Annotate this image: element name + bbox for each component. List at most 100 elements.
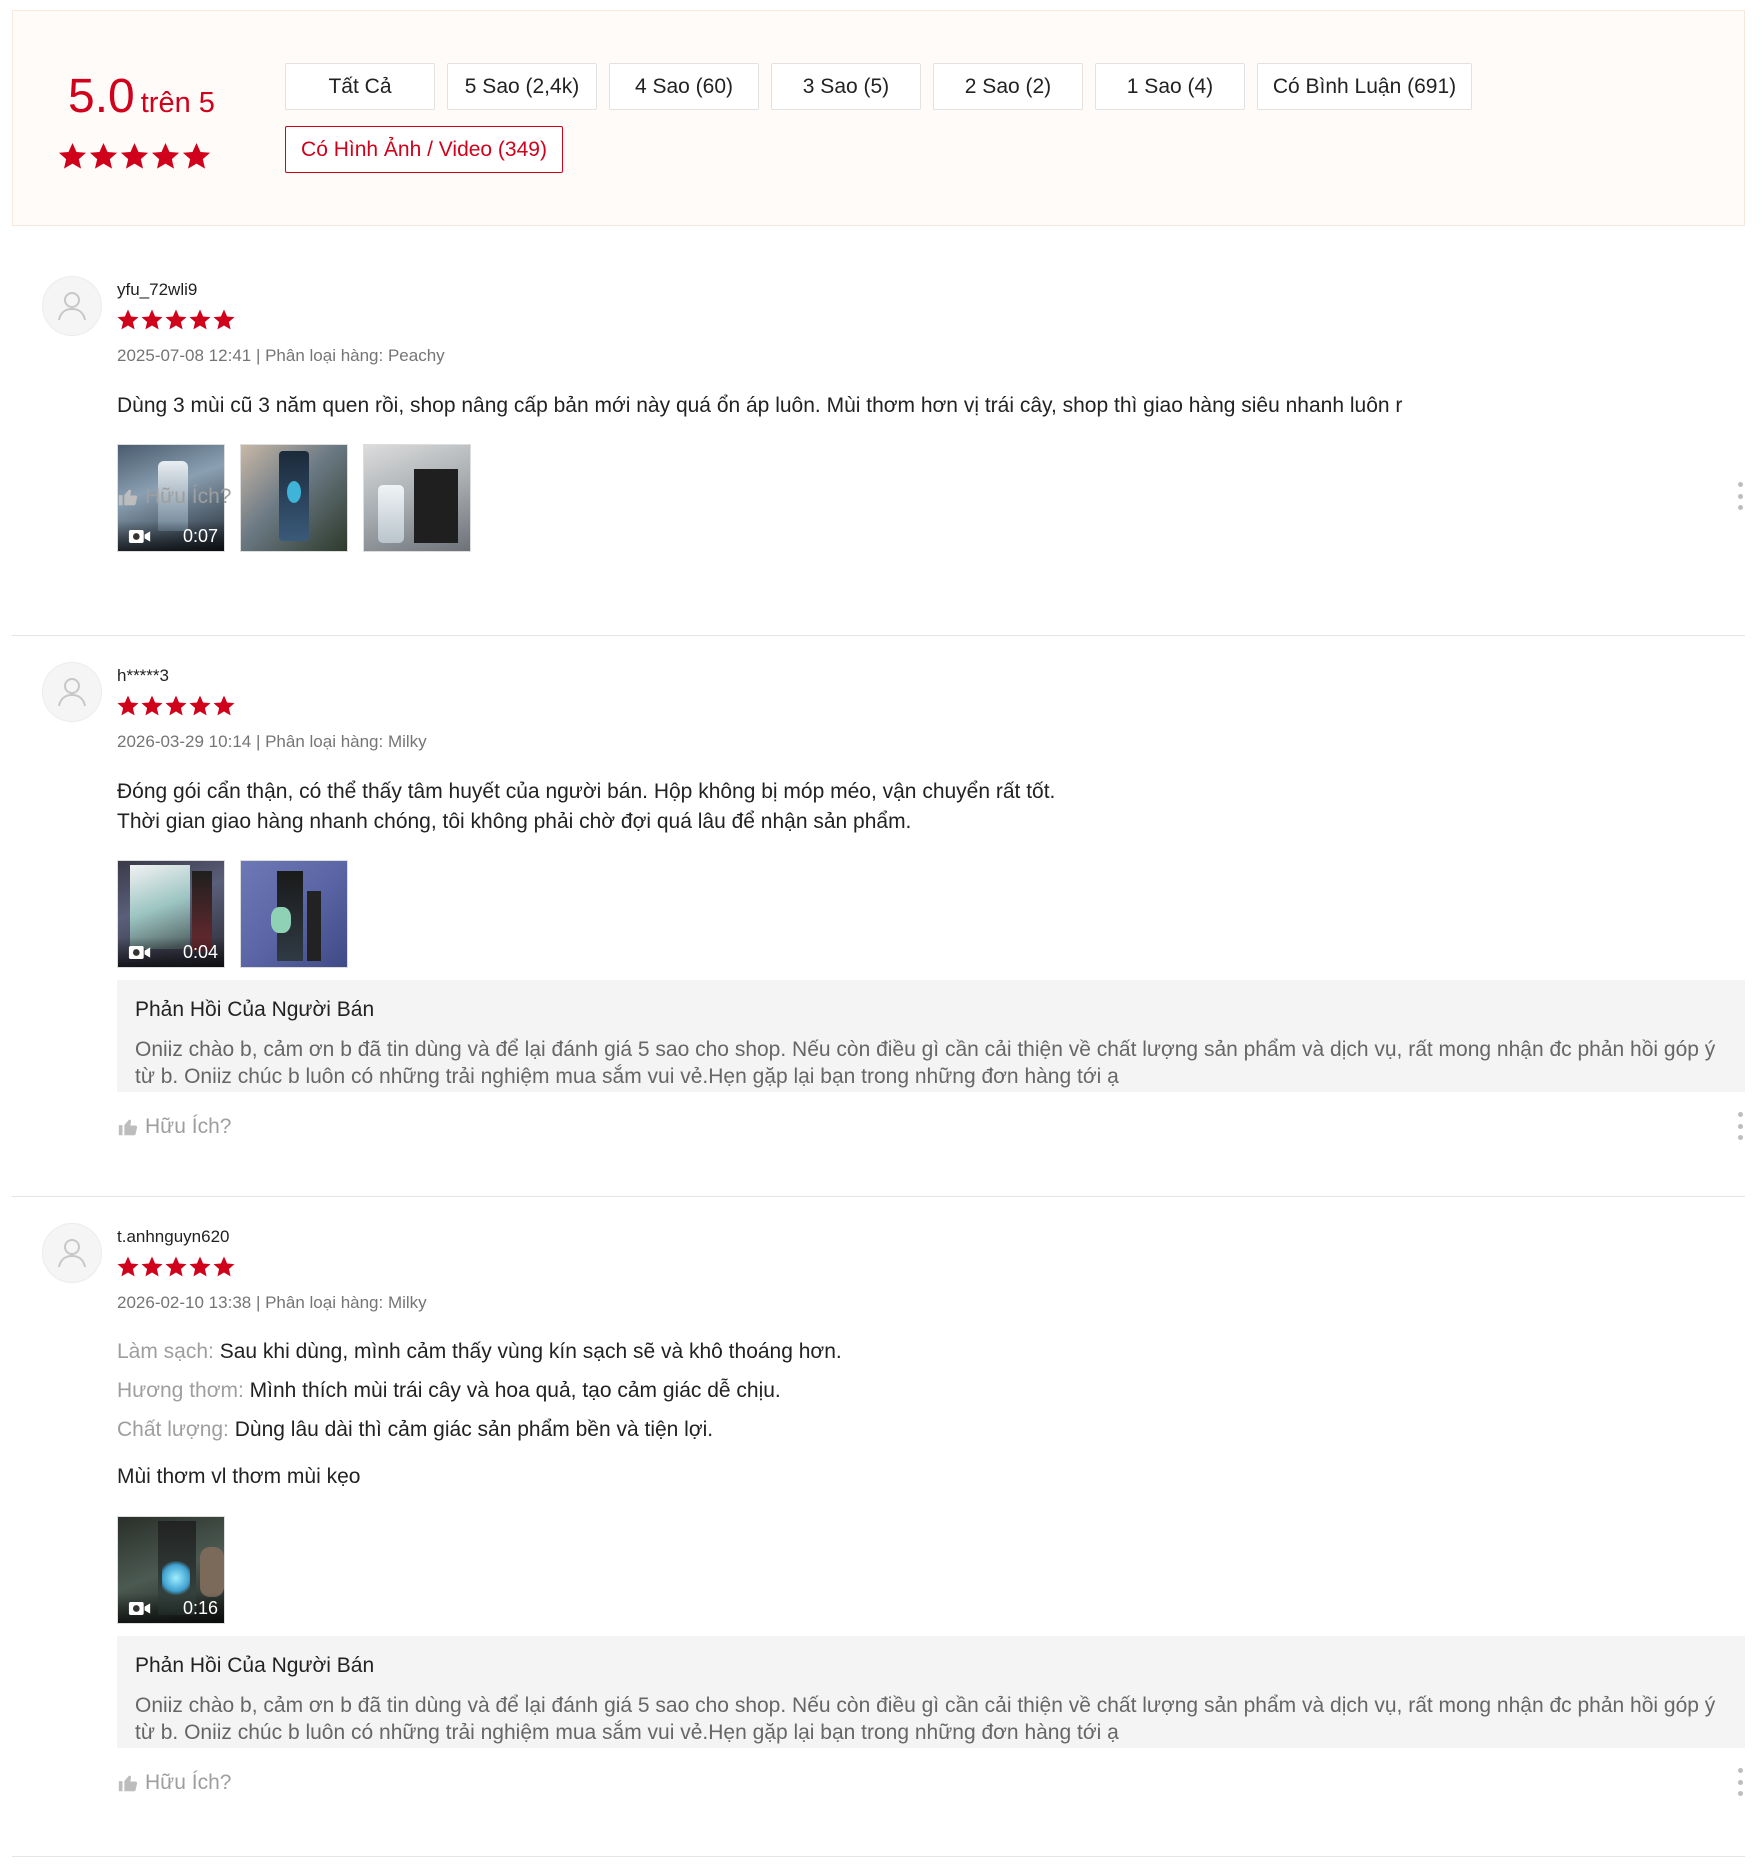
star-icon bbox=[212, 1255, 236, 1279]
helpful-label: Hữu Ích? bbox=[145, 1771, 232, 1794]
filter-5-star[interactable]: 5 Sao (2,4k) bbox=[447, 63, 597, 110]
thumbs-up-icon bbox=[117, 486, 139, 508]
review-image[interactable] bbox=[240, 860, 348, 968]
attribute-value: Dùng lâu dài thì cảm giác sản phẩm bền v… bbox=[234, 1418, 714, 1441]
overall-stars bbox=[57, 141, 212, 172]
attribute-label: Chất lượng: bbox=[117, 1418, 229, 1441]
review-item: h*****3 2026-03-29 10:14 | Phân loại hàn… bbox=[12, 636, 1745, 1197]
avatar[interactable] bbox=[42, 662, 102, 722]
review-username[interactable]: yfu_72wli9 bbox=[117, 280, 197, 300]
filter-4-star[interactable]: 4 Sao (60) bbox=[609, 63, 759, 110]
star-icon bbox=[164, 1255, 188, 1279]
review-stars bbox=[116, 308, 236, 332]
review-text: Dùng 3 mùi cũ 3 năm quen rồi, shop nâng … bbox=[117, 394, 1403, 417]
more-options-icon[interactable] bbox=[1735, 482, 1745, 510]
video-overlay: 0:16 bbox=[118, 1593, 224, 1623]
seller-reply-text: Oniiz chào b, cảm ơn b đã tin dùng và để… bbox=[135, 1038, 1716, 1088]
product-box-image bbox=[414, 469, 458, 543]
review-text-line: Thời gian giao hàng nhanh chóng, tôi khô… bbox=[117, 810, 912, 833]
star-icon bbox=[212, 308, 236, 332]
score-out-of: trên 5 bbox=[140, 87, 215, 119]
product-bottle-image bbox=[378, 485, 404, 543]
review-text: Mùi thơm vl thơm mùi kẹo bbox=[117, 1465, 361, 1488]
seller-reply-title: Phản Hồi Của Người Bán bbox=[135, 998, 375, 1021]
label-graphic bbox=[271, 907, 291, 933]
helpful-label: Hữu Ích? bbox=[145, 485, 232, 508]
user-icon bbox=[52, 672, 92, 712]
review-image[interactable] bbox=[240, 444, 348, 552]
video-camera-icon bbox=[128, 528, 152, 545]
label-graphic bbox=[162, 1561, 190, 1595]
filter-with-comment[interactable]: Có Bình Luận (691) bbox=[1257, 63, 1472, 110]
review-meta: 2026-02-10 13:38 | Phân loại hàng: Milky bbox=[117, 1293, 427, 1312]
label-graphic bbox=[287, 481, 301, 503]
review-stars bbox=[116, 694, 236, 718]
review-username[interactable]: h*****3 bbox=[117, 666, 169, 686]
helpful-button[interactable]: Hữu Ích? bbox=[117, 1771, 231, 1795]
star-icon bbox=[116, 308, 140, 332]
filter-with-media[interactable]: Có Hình Ảnh / Video (349) bbox=[285, 126, 563, 173]
review-image[interactable] bbox=[363, 444, 471, 552]
star-icon bbox=[188, 1255, 212, 1279]
review-attribute-quality: Chất lượng: Dùng lâu dài thì cảm giác sả… bbox=[117, 1418, 713, 1442]
thumbs-up-icon bbox=[117, 1116, 139, 1138]
seller-reply-text: Oniiz chào b, cảm ơn b đã tin dùng và để… bbox=[135, 1694, 1716, 1744]
product-box-image bbox=[307, 891, 321, 961]
overall-score: 5.0 trên 5 bbox=[68, 69, 215, 124]
filter-all[interactable]: Tất Cả bbox=[285, 63, 435, 110]
more-options-icon[interactable] bbox=[1735, 1112, 1745, 1140]
star-icon bbox=[181, 141, 212, 172]
rating-summary: 5.0 trên 5 Tất Cả 5 Sao (2,4k) 4 Sao (60)… bbox=[12, 10, 1745, 226]
avatar[interactable] bbox=[42, 276, 102, 336]
attribute-value: Mình thích mùi trái cây và hoa quả, tạo … bbox=[249, 1379, 781, 1402]
thumbs-up-icon bbox=[117, 1772, 139, 1794]
star-icon bbox=[188, 308, 212, 332]
review-item: t.anhnguyn620 2026-02-10 13:38 | Phân lo… bbox=[12, 1197, 1745, 1857]
score-value: 5.0 bbox=[68, 70, 135, 123]
seller-reply: Phản Hồi Của Người Bán Oniiz chào b, cảm… bbox=[117, 980, 1745, 1092]
star-icon bbox=[140, 694, 164, 718]
filter-2-star[interactable]: 2 Sao (2) bbox=[933, 63, 1083, 110]
review-stars bbox=[116, 1255, 236, 1279]
helpful-button[interactable]: Hữu Ích? bbox=[117, 1115, 231, 1139]
star-icon bbox=[116, 694, 140, 718]
star-icon bbox=[57, 141, 88, 172]
review-attribute-cleaning: Làm sạch: Sau khi dùng, mình cảm thấy vù… bbox=[117, 1340, 842, 1364]
review-meta: 2026-03-29 10:14 | Phân loại hàng: Milky bbox=[117, 732, 427, 751]
review-text-line: Đóng gói cẩn thận, có thể thấy tâm huyết… bbox=[117, 780, 1056, 803]
filter-3-star[interactable]: 3 Sao (5) bbox=[771, 63, 921, 110]
filter-1-star[interactable]: 1 Sao (4) bbox=[1095, 63, 1245, 110]
star-icon bbox=[164, 694, 188, 718]
star-icon bbox=[140, 1255, 164, 1279]
review-username[interactable]: t.anhnguyn620 bbox=[117, 1227, 230, 1247]
video-overlay: 0:07 bbox=[118, 521, 224, 551]
seller-reply: Phản Hồi Của Người Bán Oniiz chào b, cảm… bbox=[117, 1636, 1745, 1748]
attribute-label: Hương thơm: bbox=[117, 1379, 244, 1402]
attribute-label: Làm sạch: bbox=[117, 1340, 214, 1363]
star-icon bbox=[88, 141, 119, 172]
seller-reply-title: Phản Hồi Của Người Bán bbox=[135, 1654, 375, 1677]
review-media: 0:16 bbox=[117, 1516, 240, 1624]
star-icon bbox=[119, 141, 150, 172]
attribute-value: Sau khi dùng, mình cảm thấy vùng kín sạc… bbox=[219, 1340, 842, 1363]
avatar[interactable] bbox=[42, 1223, 102, 1283]
helpful-label: Hữu Ích? bbox=[145, 1115, 232, 1138]
helpful-button[interactable]: Hữu Ích? bbox=[117, 485, 231, 509]
video-thumbnail[interactable]: 0:04 bbox=[117, 860, 225, 968]
star-icon bbox=[188, 694, 212, 718]
review-attribute-scent: Hương thơm: Mình thích mùi trái cây và h… bbox=[117, 1379, 781, 1403]
user-icon bbox=[52, 286, 92, 326]
video-camera-icon bbox=[128, 944, 152, 961]
star-icon bbox=[164, 308, 188, 332]
user-icon bbox=[52, 1233, 92, 1273]
star-icon bbox=[116, 1255, 140, 1279]
star-icon bbox=[150, 141, 181, 172]
review-meta: 2025-07-08 12:41 | Phân loại hàng: Peach… bbox=[117, 346, 445, 365]
video-duration: 0:04 bbox=[182, 941, 218, 962]
more-options-icon[interactable] bbox=[1735, 1768, 1745, 1796]
video-thumbnail[interactable]: 0:16 bbox=[117, 1516, 225, 1624]
review-media: 0:04 bbox=[117, 860, 363, 968]
video-camera-icon bbox=[128, 1600, 152, 1617]
video-overlay: 0:04 bbox=[118, 937, 224, 967]
hand-image bbox=[200, 1547, 224, 1597]
